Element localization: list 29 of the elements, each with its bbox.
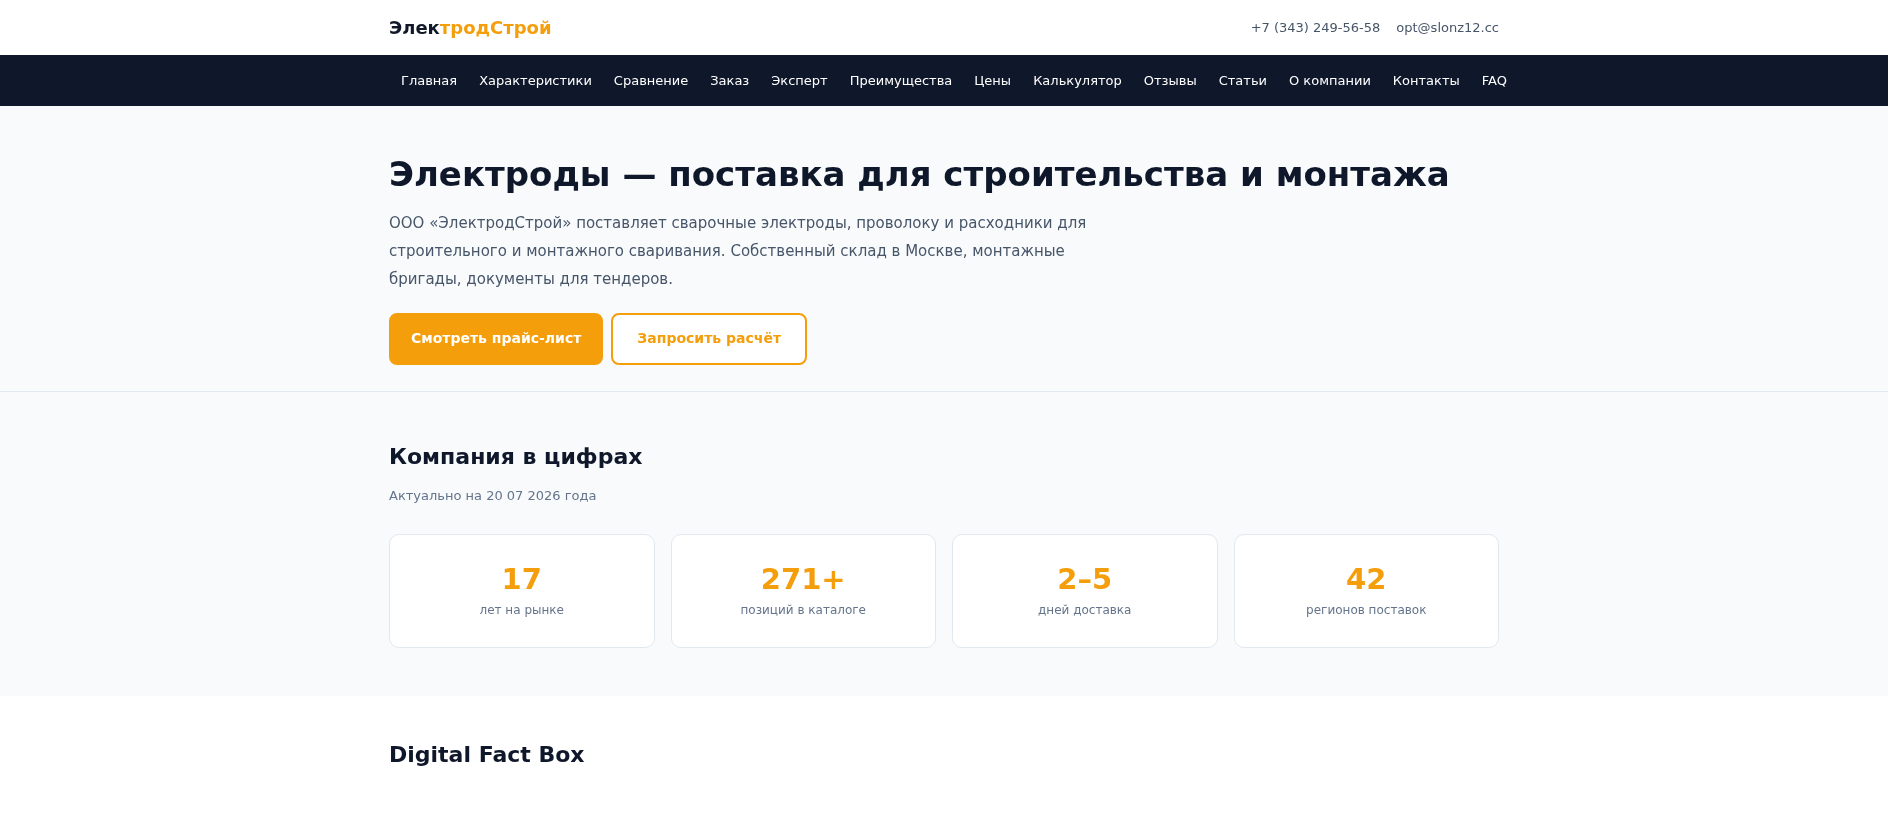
stat-label: лет на рынке — [479, 602, 564, 620]
nav-link[interactable]: FAQ — [1470, 70, 1518, 91]
nav-link[interactable]: Контакты — [1381, 70, 1471, 91]
section-title: Digital Fact Box — [389, 741, 586, 769]
email-address: opt@slonz12.cc — [1396, 18, 1499, 37]
nav-link[interactable]: Главная — [389, 70, 469, 91]
stat-value: 17 — [501, 562, 542, 598]
nav-link[interactable]: Преимущества — [838, 70, 964, 91]
logo[interactable]: ЭлектродСтрой — [389, 14, 552, 41]
nav-link[interactable]: Характеристики — [468, 70, 603, 91]
stat-label: позиций в каталоге — [740, 602, 866, 620]
section-subtitle: Актуально на 20 07 2026 года — [389, 487, 598, 506]
nav-link[interactable]: Статьи — [1207, 70, 1278, 91]
stat-value: 271+ — [760, 562, 846, 598]
nav-link[interactable]: Сравнение — [602, 70, 700, 91]
hero-description: ООО «ЭлектродСтрой» поставляет сварочные электроды, проволоку и расходники для строительного и монтажного сваривания. Собственный склад в Москве, монтажные бригады, документы для тендеров. — [389, 212, 1088, 290]
nav-link[interactable]: О компании — [1278, 70, 1382, 91]
stat-label: дней доставка — [1038, 602, 1132, 620]
stat-value: 42 — [1346, 562, 1387, 598]
stat-label: регионов поставок — [1306, 602, 1427, 620]
section-title: Компания в цифрах — [389, 443, 644, 471]
stat-value: 2–5 — [1057, 562, 1113, 598]
nav-link[interactable]: Калькулятор — [1022, 70, 1133, 91]
hero-title: Электроды — поставка для строительства и монтажа — [389, 154, 1451, 195]
phone-number: +7 (343) 249-56-58 — [1250, 18, 1381, 37]
nav-link[interactable]: Эксперт — [760, 70, 839, 91]
nav-link[interactable]: Отзывы — [1132, 70, 1208, 91]
nav-link[interactable]: Цены — [963, 70, 1023, 91]
nav-link[interactable]: Заказ — [699, 70, 761, 91]
